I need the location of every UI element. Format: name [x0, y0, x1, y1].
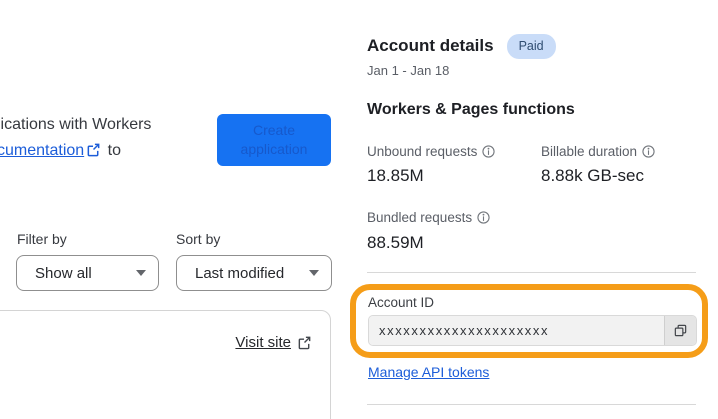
sort-dropdown[interactable]: Last modified: [176, 255, 332, 291]
sort-dropdown-value: Last modified: [195, 264, 285, 282]
stat-value-billable-duration: 8.88k GB-sec: [541, 166, 644, 185]
external-link-icon: [86, 140, 101, 166]
filter-dropdown[interactable]: Show all: [16, 255, 159, 291]
intro-line-1: lications with Workers: [0, 116, 152, 133]
chevron-down-icon: [309, 270, 319, 276]
account-details-title: Account details: [367, 36, 494, 56]
stat-label-billable-duration: Billable duration: [541, 144, 655, 159]
info-icon[interactable]: [477, 211, 490, 224]
visit-site-link[interactable]: Visit site: [235, 334, 291, 351]
plan-badge: Paid: [506, 34, 556, 59]
copy-account-id-button[interactable]: [664, 316, 696, 345]
account-details-panel: Account details Paid Jan 1 - Jan 18 Work…: [367, 0, 718, 419]
stat-label-unbound-requests: Unbound requests: [367, 144, 495, 159]
sort-by-label: Sort by: [176, 231, 221, 247]
functions-section-title: Workers & Pages functions: [367, 101, 575, 118]
visit-site-row: Visit site: [235, 334, 312, 351]
billing-date-range: Jan 1 - Jan 18: [367, 63, 450, 78]
info-icon[interactable]: [642, 145, 655, 158]
account-id-input[interactable]: [369, 316, 664, 345]
create-application-button[interactable]: Create application: [217, 114, 331, 166]
filter-dropdown-value: Show all: [35, 264, 92, 282]
account-id-label: Account ID: [368, 295, 435, 310]
stat-value-bundled-requests: 88.59M: [367, 233, 424, 252]
divider: [367, 272, 696, 273]
workers-pages-screen: lications with Workers cumentation to Cr…: [0, 0, 718, 419]
account-details-header: Account details Paid: [367, 34, 556, 59]
chevron-down-icon: [136, 270, 146, 276]
divider: [367, 404, 696, 405]
account-id-field-group: [368, 315, 697, 346]
copy-icon: [673, 323, 688, 338]
intro-text: lications with Workers cumentation to: [0, 112, 151, 166]
external-link-icon: [297, 335, 312, 350]
info-icon[interactable]: [482, 145, 495, 158]
project-card: Visit site: [0, 310, 331, 419]
stat-value-unbound-requests: 18.85M: [367, 166, 424, 185]
manage-api-tokens-link[interactable]: Manage API tokens: [368, 364, 489, 380]
intro-line-2: cumentation to: [0, 138, 151, 166]
filter-by-label: Filter by: [17, 231, 67, 247]
stat-label-bundled-requests: Bundled requests: [367, 210, 490, 225]
documentation-link[interactable]: cumentation: [0, 142, 84, 159]
